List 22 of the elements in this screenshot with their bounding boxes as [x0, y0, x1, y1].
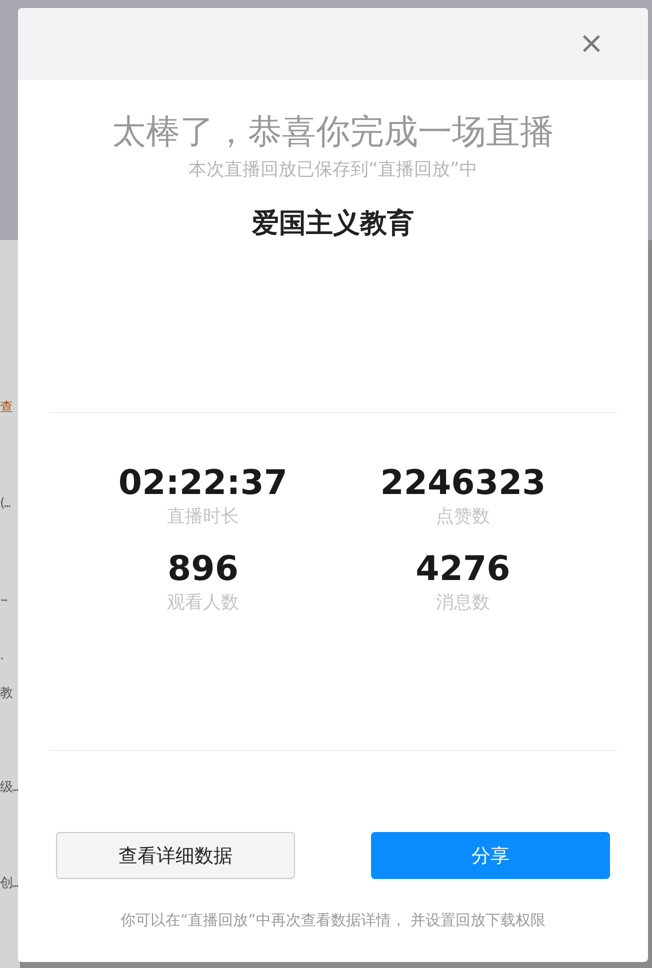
live-name: 爱国主义教育: [252, 207, 414, 241]
background-text: 创...: [0, 876, 18, 892]
background-text: ...: [0, 590, 6, 606]
footer-note: 你可以在“直播回放”中再次查看数据详情， 并设置回放下载权限: [120, 910, 546, 931]
background-text: (...: [0, 496, 10, 512]
background-text: 级...: [0, 780, 18, 796]
stat-value: 896: [168, 548, 238, 591]
close-button[interactable]: ×: [574, 29, 608, 59]
details-button[interactable]: 查看详细数据: [56, 832, 295, 879]
background-text: 查: [0, 400, 11, 416]
stat-value: 02:22:37: [118, 462, 288, 505]
background-text: ·: [0, 652, 2, 668]
dialog-title: 太棒了，恭喜你完成一场直播: [112, 111, 554, 154]
stat-label: 消息数: [436, 591, 490, 615]
stat-label: 直播时长: [167, 505, 239, 529]
stat-label: 点赞数: [436, 505, 490, 529]
stat-value: 2246323: [380, 462, 546, 505]
stat-value: 4276: [416, 548, 510, 591]
stat-label: 观看人数: [167, 591, 239, 615]
dialog-subtitle: 本次直播回放已保存到“直播回放”中: [188, 158, 478, 182]
background-text: 教: [0, 686, 11, 702]
share-button[interactable]: 分享: [371, 832, 610, 879]
